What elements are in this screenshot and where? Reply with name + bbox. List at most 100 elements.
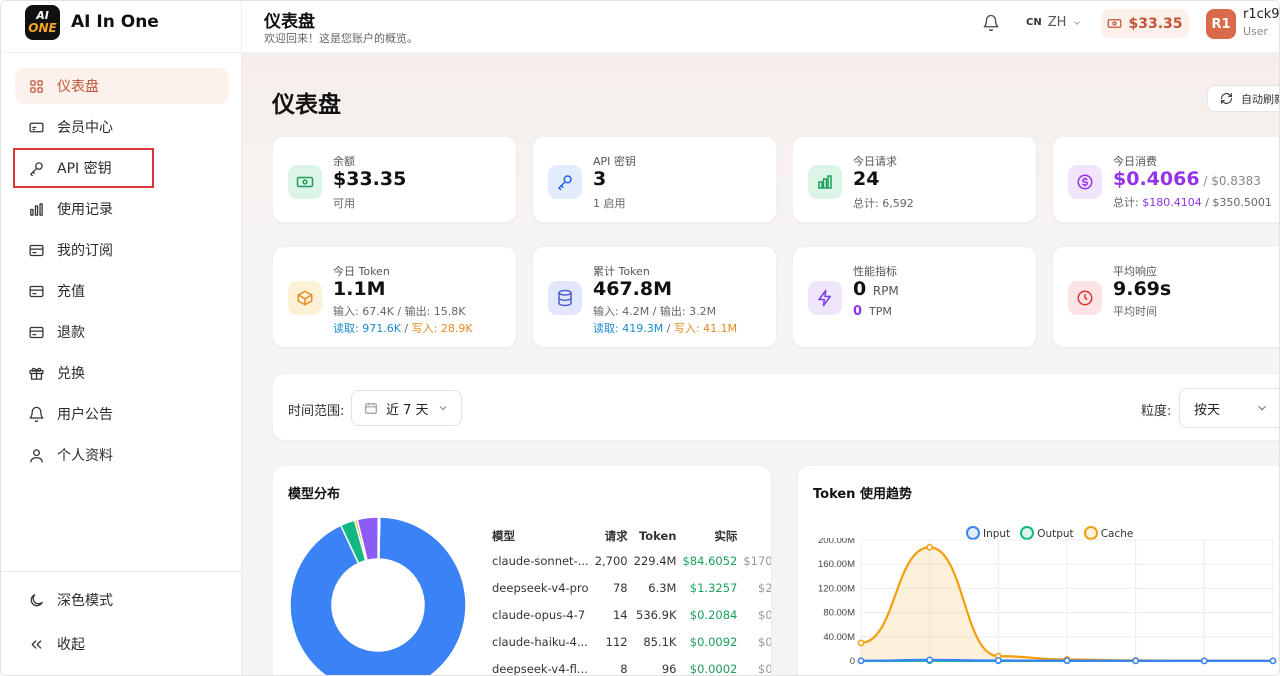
auto-refresh-label: 自动刷新 xyxy=(1241,92,1279,106)
table-row[interactable]: deepseek-v4-pro 78 6.3M $1.3257 $2.7335 xyxy=(489,574,771,601)
time-range-select[interactable]: 近 7 天 xyxy=(351,390,462,426)
stat-label: 平均响应 xyxy=(1113,265,1157,278)
key-icon xyxy=(548,165,582,199)
box-icon xyxy=(288,281,322,315)
stat-label: 累计 Token xyxy=(593,265,650,278)
sidebar-item-5[interactable]: 充值 xyxy=(15,273,229,309)
table-row[interactable]: deepseek-v4-fl... 8 96 $0.0002 $0.0005 xyxy=(489,655,771,676)
dollar-icon xyxy=(1068,165,1102,199)
sidebar-item-label: 用户公告 xyxy=(57,407,113,423)
column-header[interactable]: 实际 xyxy=(679,525,740,547)
granularity-select[interactable]: 按天 xyxy=(1179,388,1279,428)
card-icon xyxy=(27,241,45,259)
cell-model: deepseek-v4-fl... xyxy=(492,661,588,676)
clock-icon xyxy=(1068,281,1102,315)
bar-chart-icon xyxy=(27,200,45,218)
balance-chip-value: $33.35 xyxy=(1128,15,1183,32)
stat-card-today-requests: 今日请求 24 总计: 6,592 xyxy=(792,136,1037,223)
cell-model: claude-opus-4-7 xyxy=(492,607,586,622)
column-header[interactable]: Token xyxy=(631,525,680,547)
data-point xyxy=(926,656,934,664)
gift-icon xyxy=(27,364,45,382)
cell-actual: $0.0002 xyxy=(689,661,738,676)
stat-value: 467.8M xyxy=(593,278,673,300)
panel-title: 模型分布 xyxy=(288,487,341,502)
calendar-icon xyxy=(365,402,377,414)
sidebar-item-label: 收起 xyxy=(57,637,85,653)
collapse-sidebar-button[interactable]: 收起 xyxy=(15,626,229,662)
y-tick-label: 0 xyxy=(850,656,855,667)
moon-icon xyxy=(27,591,45,609)
database-icon xyxy=(548,281,582,315)
table-row[interactable]: claude-sonnet-... 2,700 229.4M $84.6052 $170… xyxy=(489,547,771,574)
stat-card-api-keys: API 密钥 3 1 启用 xyxy=(532,136,777,223)
stat-label: 今日消费 xyxy=(1113,155,1157,168)
dark-mode-toggle[interactable]: 深色模式 xyxy=(15,582,229,618)
lightning-icon xyxy=(808,281,842,315)
cell-model: deepseek-v4-pro xyxy=(492,580,589,595)
panel-title: Token 使用趋势 xyxy=(813,487,912,502)
table-row[interactable]: claude-haiku-4... 112 85.1K $0.0092 $0.0190 xyxy=(489,628,771,655)
lang-code: CN xyxy=(1026,17,1042,28)
stat-sub: 输入: 4.2M / 输出: 3.2M xyxy=(593,305,717,318)
sidebar-item-0[interactable]: 仪表盘 xyxy=(15,68,229,104)
column-header[interactable]: 标准 xyxy=(740,525,771,547)
stat-label: 性能指标 xyxy=(853,265,897,278)
cell-requests: 78 xyxy=(612,580,628,595)
donut-slice[interactable] xyxy=(377,516,381,560)
balance-chip[interactable]: $33.35 xyxy=(1101,9,1189,38)
sidebar-item-label: 会员中心 xyxy=(57,120,113,136)
ticket-icon xyxy=(27,118,45,136)
cell-requests: 8 xyxy=(620,661,628,676)
header-subtitle: 欢迎回来！这是您账户的概览。 xyxy=(264,32,418,45)
y-tick-label: 80.00M xyxy=(823,608,855,619)
sidebar-item-7[interactable]: 兑换 xyxy=(15,355,229,391)
stat-value: $0.4066 / $0.8383 xyxy=(1113,168,1261,190)
sidebar-bottom: 深色模式收起 xyxy=(1,571,241,653)
sidebar-item-label: 个人资料 xyxy=(57,448,113,464)
stat-card-avg-response: 平均响应 9.69s 平均时间 xyxy=(1052,246,1279,348)
sidebar-item-1[interactable]: 会员中心 xyxy=(15,109,229,145)
logo-text-bottom: ONE xyxy=(28,21,57,35)
notification-bell-icon[interactable] xyxy=(982,14,1000,32)
avatar[interactable]: R1 xyxy=(1206,9,1236,39)
sidebar-item-4[interactable]: 我的订阅 xyxy=(15,232,229,268)
table-row[interactable]: claude-opus-4-7 14 536.9K $0.2084 $0.4298 xyxy=(489,601,772,628)
rpm-unit: RPM xyxy=(872,284,899,298)
cell-actual: $84.6052 xyxy=(682,553,738,568)
sidebar-item-8[interactable]: 用户公告 xyxy=(15,396,229,432)
y-tick-label: 120.00M xyxy=(818,583,855,594)
tpm-unit: TPM xyxy=(869,305,892,318)
cash-icon xyxy=(288,165,322,199)
model-donut-chart xyxy=(289,516,467,675)
data-point xyxy=(857,657,865,665)
cell-standard: $0.4298 xyxy=(758,607,772,622)
model-distribution-panel: 模型分布 模型请求Token实际标准 claude-sonnet-... 2,70… xyxy=(272,465,772,676)
sidebar-item-9[interactable]: 个人资料 xyxy=(15,437,229,473)
stat-value: 1.1M xyxy=(333,278,386,300)
auto-refresh-button[interactable]: 自动刷新 xyxy=(1207,85,1279,112)
sidebar-item-3[interactable]: 使用记录 xyxy=(15,191,229,227)
user-name[interactable]: r1ck9 xyxy=(1243,7,1279,22)
today-spend-standard: / $0.8383 xyxy=(1199,174,1261,188)
stat-sub: 总计: 6,592 xyxy=(853,197,914,210)
header-title: 仪表盘 xyxy=(264,12,315,32)
data-point xyxy=(1200,657,1208,665)
language-switcher[interactable]: CN ZH xyxy=(1026,15,1082,30)
app-logo: AI ONE xyxy=(25,5,60,40)
sidebar-item-6[interactable]: 退款 xyxy=(15,314,229,350)
filter-bar: 时间范围: 近 7 天 粒度: 按天 xyxy=(272,373,1279,441)
sidebar-item-label: 充值 xyxy=(57,284,85,300)
user-icon xyxy=(27,446,45,464)
column-header[interactable]: 模型 xyxy=(489,525,592,547)
app-window: AI ONE AI In One 仪表盘 会员中心 API 密钥 使用记录 我的订阅 充值… xyxy=(0,0,1280,676)
rpm-value: 0 xyxy=(853,278,867,300)
separator: / xyxy=(400,322,412,335)
token-trend-panel: Token 使用趋势 Input Output Cache 0 40.00M 80.00… xyxy=(797,465,1279,675)
column-header[interactable]: 请求 xyxy=(592,525,631,547)
sidebar-item-label: 使用记录 xyxy=(57,202,113,218)
today-spend-value: $0.4066 xyxy=(1113,168,1200,190)
brand[interactable]: AI ONE AI In One xyxy=(1,1,241,53)
total-label: 总计: xyxy=(1113,196,1143,209)
chevron-down-icon xyxy=(439,406,446,411)
